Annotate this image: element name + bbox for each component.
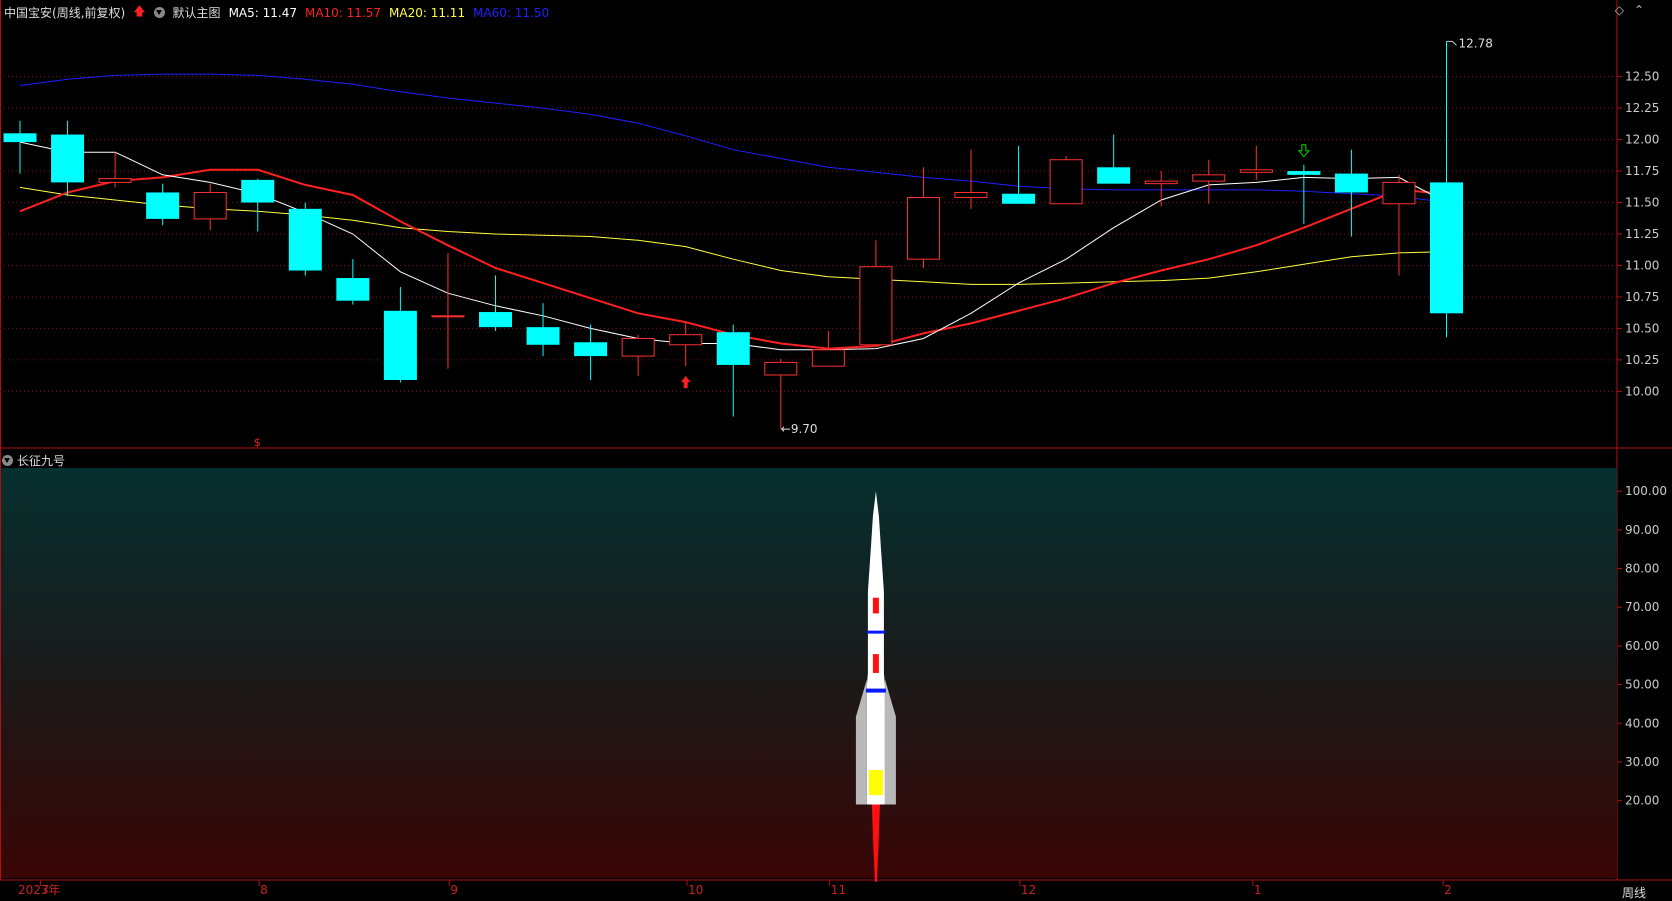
candle-body	[1287, 171, 1321, 175]
sub-chart-header: 长征九号	[2, 452, 65, 469]
time-tick-label: 8	[260, 883, 268, 897]
candle-body	[526, 327, 560, 345]
candle-body	[98, 178, 132, 183]
candle-body	[1192, 174, 1226, 182]
high-pointer	[1446, 40, 1457, 46]
time-tick-label: 7	[41, 883, 49, 897]
price-tick-label: 11.75	[1625, 164, 1659, 178]
candle-body	[1430, 182, 1463, 314]
candle-body	[669, 334, 703, 346]
sub-chart-name[interactable]: 长征九号	[17, 452, 65, 469]
price-tick-label: 11.25	[1625, 227, 1659, 241]
price-tick-label: 12.50	[1625, 70, 1659, 84]
period-mode: (周线,前复权)	[52, 6, 126, 20]
dropdown-icon[interactable]	[153, 7, 165, 18]
time-tick-label: 10	[688, 883, 703, 897]
price-tick-label: 11.00	[1625, 258, 1659, 272]
time-tick-label: 2	[1444, 883, 1452, 897]
candle-body	[241, 179, 275, 203]
chart-canvas[interactable]: 12.50 12.25 12.00 11.75 11.50 11.25 11.00 10.75…	[0, 0, 1672, 900]
candle-body	[954, 191, 988, 198]
candle-body	[479, 312, 512, 328]
candle-body	[288, 208, 322, 271]
collapse-icon[interactable]: ⌃	[1634, 3, 1644, 17]
indicator-tick-label: 70.00	[1625, 600, 1659, 614]
price-tick-label: 12.25	[1625, 101, 1659, 115]
ma10-value: MA10: 11.57	[304, 5, 382, 20]
candle-body	[621, 337, 655, 357]
time-tick-label: 11	[831, 883, 846, 897]
buy-arrow-icon	[680, 376, 691, 389]
candle-body	[193, 191, 227, 220]
dropdown-icon[interactable]	[2, 455, 13, 466]
candle-body	[1239, 169, 1273, 173]
ma60-value: MA60: 11.50	[473, 5, 550, 20]
main-chart-name[interactable]: 默认主图	[173, 4, 221, 21]
candle-body	[1049, 159, 1083, 205]
dollar-marker: $	[254, 436, 261, 449]
main-chart-header: 中国宝安 (周线,前复权) 🡅 默认主图 MA5: 11.47 MA10: 11…	[4, 2, 549, 23]
candle-body	[811, 349, 845, 367]
candle-body	[1382, 181, 1416, 205]
candle-body	[906, 196, 940, 260]
up-arrow-icon[interactable]: 🡅	[133, 2, 145, 23]
rocket-band-blue	[865, 688, 886, 693]
window-controls: ◇ ⌃	[1615, 3, 1644, 17]
sell-arrow-icon	[1297, 144, 1310, 158]
ma5-value: MA5: 11.47	[228, 5, 297, 20]
rocket-stripe-red	[872, 597, 879, 614]
rocket-stripe-red	[872, 654, 879, 673]
price-tick-label: 10.00	[1625, 384, 1659, 398]
indicator-tick-label: 60.00	[1625, 639, 1659, 653]
candle-body	[574, 342, 608, 357]
time-tick-label: 12	[1021, 883, 1036, 897]
price-tick-label: 11.50	[1625, 196, 1659, 210]
indicator-tick-label: 90.00	[1625, 523, 1659, 537]
low-label: ←9.70	[781, 422, 818, 436]
ma-line-ma20	[19, 186, 1447, 285]
period-label[interactable]: 周线	[1622, 884, 1646, 901]
time-tick-label: 1	[1254, 883, 1262, 897]
ma20-value: MA20: 11.11	[389, 5, 466, 20]
indicator-tick-label: 80.00	[1625, 562, 1659, 576]
candle-body	[336, 278, 370, 301]
candle-body	[859, 266, 893, 346]
price-tick-label: 12.00	[1625, 133, 1659, 147]
rocket-exhaust-yellow	[868, 770, 883, 796]
price-tick-label: 10.75	[1625, 290, 1659, 304]
ma-line-ma5	[19, 141, 1447, 351]
candle-body	[51, 134, 85, 183]
indicator-tick-label: 100.00	[1625, 484, 1667, 498]
candle-body	[431, 315, 465, 318]
price-tick-label: 10.50	[1625, 321, 1659, 335]
candle-body	[764, 361, 798, 376]
indicator-tick-label: 20.00	[1625, 794, 1659, 808]
rocket-band-blue	[866, 630, 885, 634]
stock-name[interactable]: 中国宝安	[4, 4, 52, 21]
diamond-icon[interactable]: ◇	[1615, 3, 1624, 17]
candle-body	[3, 133, 37, 143]
indicator-tick-label: 50.00	[1625, 678, 1659, 692]
time-tick-label: 2023年	[18, 883, 61, 897]
candle-body	[1002, 193, 1036, 204]
candle-body	[1097, 167, 1131, 184]
high-label: 12.78	[1459, 36, 1493, 50]
candle-body	[716, 332, 750, 365]
candle-body	[1144, 180, 1178, 185]
candle-body	[146, 192, 180, 219]
indicator-background	[1, 468, 1617, 878]
time-tick-label: 9	[450, 883, 458, 897]
candle-body	[1334, 173, 1368, 193]
indicator-tick-label: 30.00	[1625, 755, 1659, 769]
price-tick-label: 10.25	[1625, 353, 1659, 367]
indicator-tick-label: 40.00	[1625, 716, 1659, 730]
candle-body	[383, 310, 417, 381]
